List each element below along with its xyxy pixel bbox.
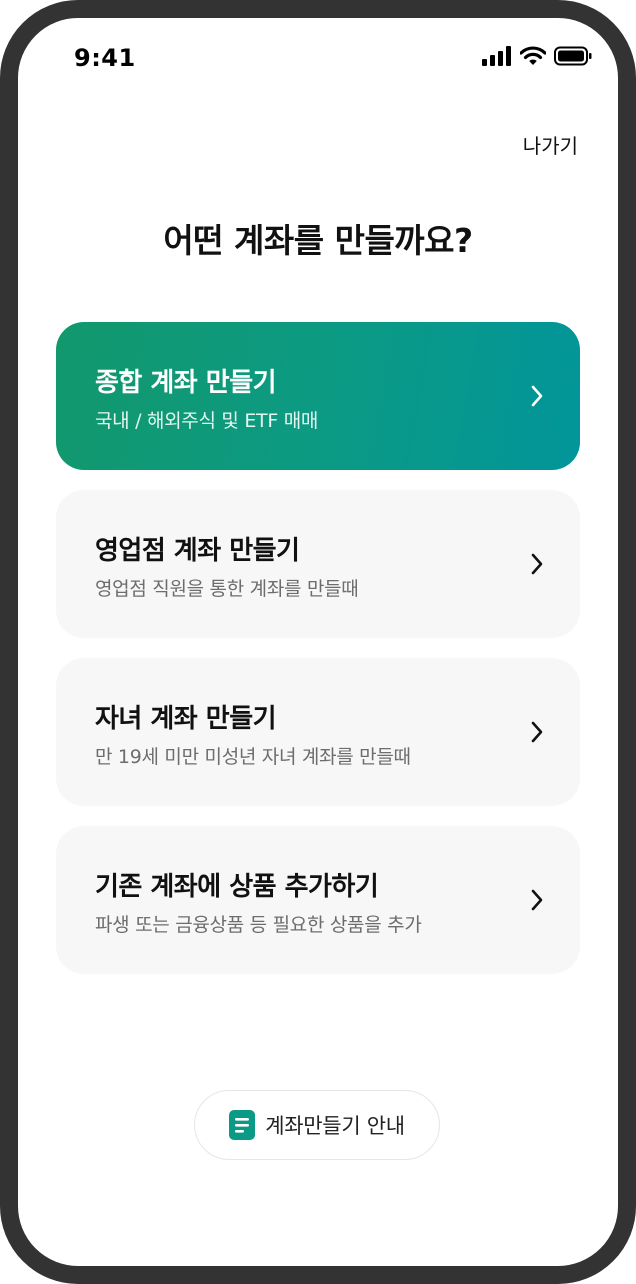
cellular-signal-icon xyxy=(482,46,511,66)
card-title: 종합 계좌 만들기 xyxy=(95,368,277,398)
chevron-right-icon xyxy=(531,889,543,911)
chevron-right-icon xyxy=(531,553,543,575)
card-branch-account[interactable]: 영업점 계좌 만들기 영업점 직원을 통한 계좌를 만들때 xyxy=(56,490,580,638)
card-subtitle: 파생 또는 금융상품 등 필요한 상품을 추가 xyxy=(95,914,422,936)
card-subtitle: 영업점 직원을 통한 계좌를 만들때 xyxy=(95,578,359,600)
screen: 9:41 나가기 어떤 계좌를 만들까요? 종합 계좌 만들기 국내 / 해외주… xyxy=(18,18,618,1266)
device-frame: 9:41 나가기 어떤 계좌를 만들까요? 종합 계좌 만들기 국내 / 해외주… xyxy=(0,0,636,1284)
card-title: 자녀 계좌 만들기 xyxy=(95,704,277,734)
card-comprehensive-account[interactable]: 종합 계좌 만들기 국내 / 해외주식 및 ETF 매매 xyxy=(56,322,580,470)
battery-icon xyxy=(554,46,592,66)
account-guide-button[interactable]: 계좌만들기 안내 xyxy=(194,1090,440,1160)
card-add-product[interactable]: 기존 계좌에 상품 추가하기 파생 또는 금융상품 등 필요한 상품을 추가 xyxy=(56,826,580,974)
status-bar: 9:41 xyxy=(18,38,618,78)
card-subtitle: 국내 / 해외주식 및 ETF 매매 xyxy=(95,410,319,432)
chevron-right-icon xyxy=(531,385,543,407)
chevron-right-icon xyxy=(531,721,543,743)
card-child-account[interactable]: 자녀 계좌 만들기 만 19세 미만 미성년 자녀 계좌를 만들때 xyxy=(56,658,580,806)
wifi-icon xyxy=(520,46,546,65)
guide-button-label: 계좌만들기 안내 xyxy=(265,1114,405,1138)
document-icon xyxy=(229,1110,256,1140)
status-time: 9:41 xyxy=(74,44,136,72)
card-title: 기존 계좌에 상품 추가하기 xyxy=(95,872,379,902)
card-subtitle: 만 19세 미만 미성년 자녀 계좌를 만들때 xyxy=(95,746,411,768)
status-icons xyxy=(482,46,592,66)
page-title: 어떤 계좌를 만들까요? xyxy=(163,221,473,260)
exit-button[interactable]: 나가기 xyxy=(523,130,578,159)
card-title: 영업점 계좌 만들기 xyxy=(95,536,300,566)
